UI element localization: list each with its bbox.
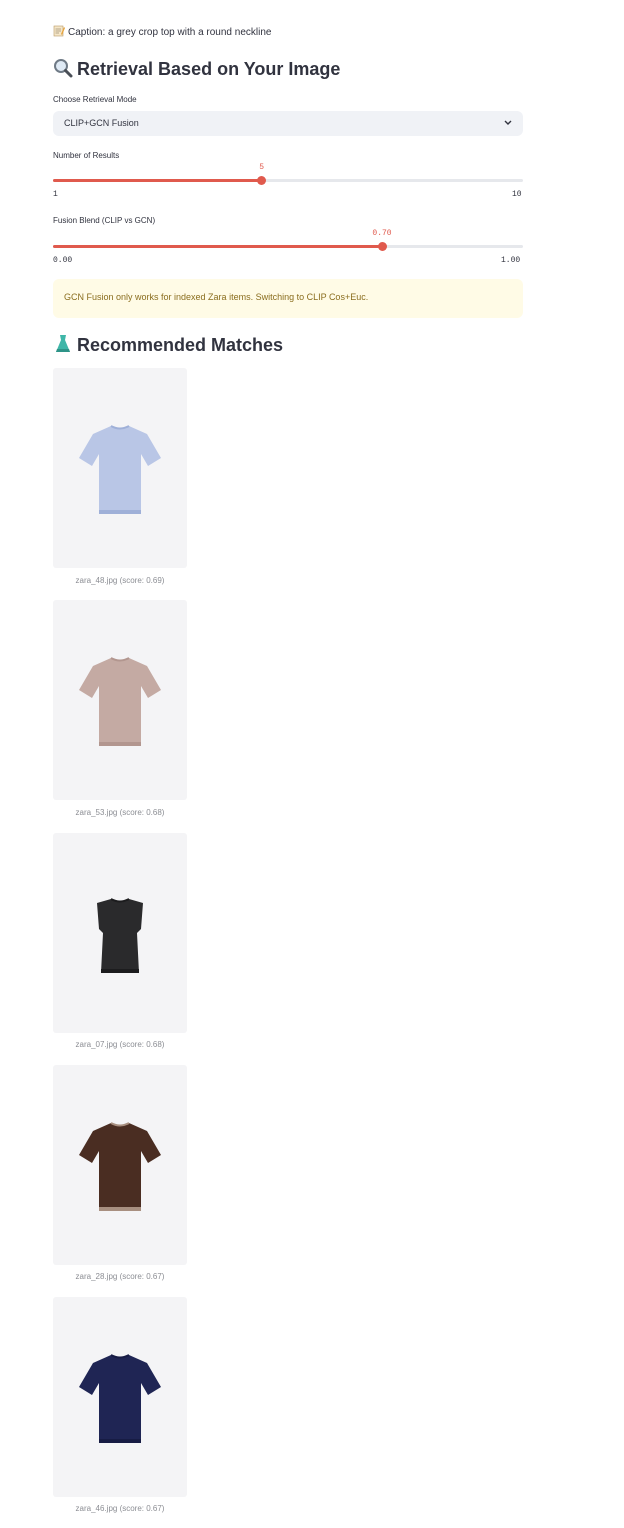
garment-illustration: [79, 1122, 161, 1211]
num-results-slider[interactable]: 5: [53, 163, 523, 185]
garment-shape: [79, 658, 161, 746]
memo-icon: [53, 25, 65, 37]
num-results-min: 1: [53, 190, 58, 199]
garment-neckline: [110, 657, 130, 662]
dress-icon: [56, 335, 70, 352]
num-results-fill: [53, 179, 262, 182]
result-caption: zara_07.jpg (score: 0.68): [75, 1040, 165, 1049]
matches-heading-text: Recommended Matches: [77, 335, 284, 355]
matches-heading: Recommended Matches: [53, 334, 283, 356]
fusion-blend-label: Fusion Blend (CLIP vs GCN): [53, 216, 156, 225]
result-image[interactable]: [53, 833, 187, 1033]
garment-neckline: [110, 1122, 130, 1127]
result-image[interactable]: [53, 368, 187, 568]
num-results-max: 10: [512, 190, 522, 199]
garment-illustration: [79, 425, 161, 514]
result-image[interactable]: [53, 600, 187, 800]
fusion-blend-min: 0.00: [53, 256, 73, 265]
chevron-down-icon: [504, 120, 512, 125]
caption-line: Caption: a grey crop top with a round ne…: [53, 25, 271, 38]
result-image[interactable]: [53, 1297, 187, 1497]
garment-shape: [79, 1123, 161, 1211]
magnifier-icon: [54, 59, 73, 78]
result-caption: zara_46.jpg (score: 0.67): [75, 1504, 165, 1513]
result-caption: zara_28.jpg (score: 0.67): [75, 1272, 165, 1281]
result-caption: zara_48.jpg (score: 0.69): [75, 576, 165, 585]
garment-hem: [101, 969, 139, 973]
retrieval-heading: Retrieval Based on Your Image: [53, 58, 340, 80]
num-results-thumb[interactable]: [257, 176, 267, 185]
garment-hem: [99, 1207, 141, 1211]
fusion-blend-thumb[interactable]: [377, 242, 387, 251]
garment-neckline: [110, 425, 130, 430]
garment-shape: [79, 1355, 161, 1443]
garment-shape: [97, 899, 143, 973]
retrieval-mode-value: CLIP+GCN Fusion: [64, 118, 139, 128]
garment-neckline: [110, 898, 130, 903]
retrieval-heading-text: Retrieval Based on Your Image: [77, 59, 341, 79]
garment-hem: [99, 742, 141, 746]
fusion-blend-value: 0.70: [372, 229, 392, 238]
garment-illustration: [97, 898, 143, 973]
retrieval-mode-select[interactable]: CLIP+GCN Fusion: [53, 111, 523, 136]
garment-illustration: [79, 1354, 161, 1443]
num-results-label: Number of Results: [53, 151, 120, 160]
fusion-blend-slider[interactable]: 0.70: [53, 229, 523, 251]
garment-hem: [99, 510, 141, 514]
fusion-blend-max: 1.00: [501, 256, 521, 265]
caption-text: Caption: a grey crop top with a round ne…: [68, 27, 272, 38]
garment-illustration: [79, 657, 161, 746]
garment-neckline: [110, 1354, 130, 1359]
warning-alert: GCN Fusion only works for indexed Zara i…: [53, 279, 523, 318]
mode-label: Choose Retrieval Mode: [53, 95, 137, 104]
result-caption: zara_53.jpg (score: 0.68): [75, 808, 165, 817]
fusion-blend-fill: [53, 245, 382, 248]
garment-shape: [79, 426, 161, 514]
garment-hem: [99, 1439, 141, 1443]
result-image[interactable]: [53, 1065, 187, 1265]
num-results-value: 5: [259, 163, 265, 172]
